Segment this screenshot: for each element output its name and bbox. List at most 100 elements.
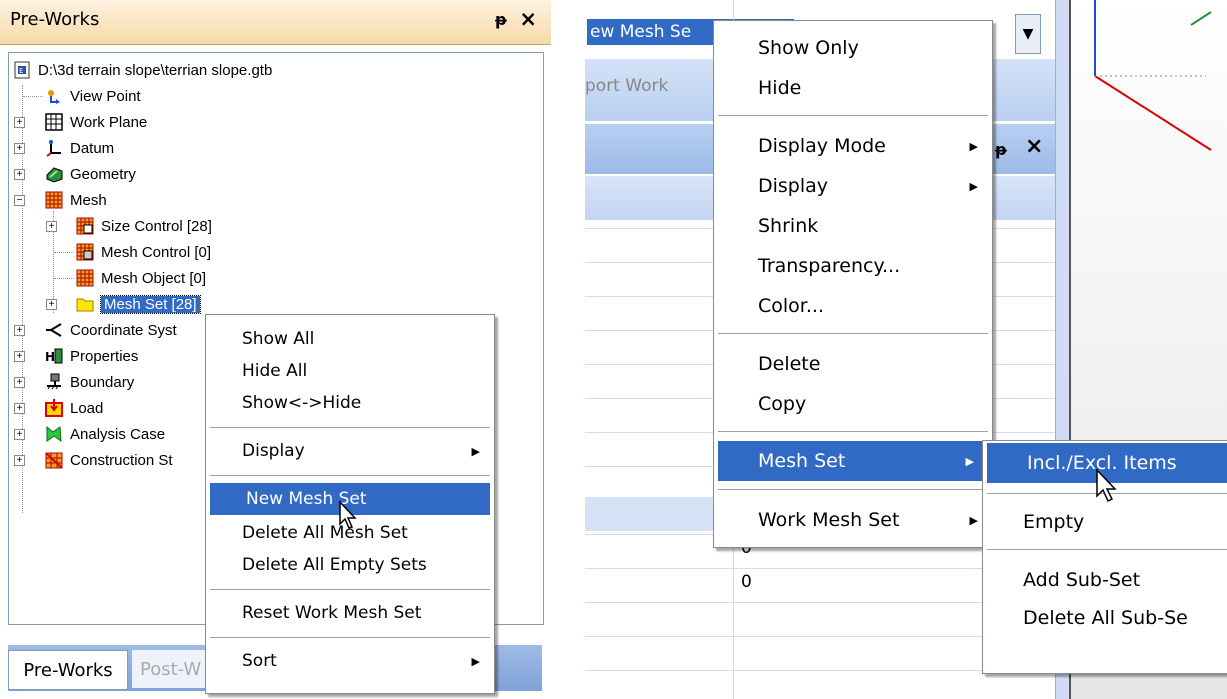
menu-item-show-all[interactable]: Show All	[206, 321, 494, 357]
analysis-case-icon	[45, 425, 63, 443]
tree-item-label: Mesh Object [0]	[101, 269, 207, 287]
expand-icon[interactable]: +	[14, 455, 25, 466]
tree-item-label: Size Control [28]	[101, 217, 212, 235]
menu-separator	[987, 549, 1227, 550]
tree-item-construction-stage[interactable]: + Construction St	[14, 447, 173, 473]
tree-item-label: Load	[70, 399, 104, 417]
expand-icon[interactable]: +	[14, 169, 25, 180]
menu-item-copy[interactable]: Copy	[714, 385, 992, 423]
expand-icon[interactable]: +	[14, 325, 25, 336]
right-panel: ew Mesh Se ▼ port Work ᵽ × 0 0 Show Only…	[585, 0, 1227, 699]
submenu-arrow-icon: ▶	[965, 454, 974, 468]
expand-icon[interactable]: +	[14, 143, 25, 154]
tree-item-label: Analysis Case	[70, 425, 166, 443]
tree-item-work-plane[interactable]: + Work Plane	[14, 109, 147, 135]
load-icon	[45, 399, 63, 417]
expand-icon[interactable]: +	[46, 221, 57, 232]
mouse-cursor-icon	[339, 500, 357, 529]
mesh-set-item-context-menu: Show Only Hide Display Mode ▶ Display ▶ Sh…	[713, 20, 993, 548]
expand-icon[interactable]: +	[46, 299, 57, 310]
tree-item-geometry[interactable]: + Geometry	[14, 161, 136, 187]
expand-icon[interactable]: +	[14, 377, 25, 388]
submenu-arrow-icon: ▶	[969, 513, 978, 527]
submenu-arrow-icon: ▶	[969, 179, 978, 193]
tree-item-properties[interactable]: + H Properties	[14, 343, 139, 369]
tree-item-datum[interactable]: + Datum	[14, 135, 115, 161]
tree-item-load[interactable]: + Load	[14, 395, 104, 421]
menu-item-transparency[interactable]: Transparency...	[714, 247, 992, 285]
menu-item-mesh-set[interactable]: Mesh Set ▶	[718, 441, 988, 481]
axis-icon	[45, 139, 63, 157]
menu-item-show-hide[interactable]: Show<->Hide	[206, 385, 494, 421]
submenu-arrow-icon: ▶	[471, 654, 480, 668]
tab-report-works[interactable]: port Work	[585, 76, 668, 96]
menu-item-work-mesh-set[interactable]: Work Mesh Set ▶	[714, 501, 992, 539]
menu-separator	[210, 475, 490, 476]
tree-item-label: Properties	[70, 347, 139, 365]
tree-item-label: Construction St	[70, 451, 173, 469]
tree-item-label: Mesh	[70, 191, 107, 209]
dropdown-arrow-icon[interactable]: ▼	[1015, 14, 1041, 54]
menu-item-shrink[interactable]: Shrink	[714, 207, 992, 245]
menu-item-show-only[interactable]: Show Only	[714, 29, 992, 67]
svg-text:E: E	[19, 67, 23, 75]
coordinate-icon	[45, 321, 63, 339]
properties-icon: H	[45, 347, 63, 365]
construction-stage-icon	[45, 451, 63, 469]
tab-pre-works[interactable]: Pre-Works	[8, 650, 128, 690]
panel-titlebar: Pre-Works ᵽ ×	[0, 0, 551, 45]
menu-item-add-sub-set[interactable]: Add Sub-Set	[983, 561, 1227, 599]
tree-item-coordinate-system[interactable]: + Coordinate Syst	[14, 317, 177, 343]
tree-item-mesh-set[interactable]: + Mesh Set [28]	[46, 291, 201, 317]
tree-item-label: View Point	[70, 87, 141, 105]
view-point-icon	[45, 87, 63, 105]
menu-item-hide[interactable]: Hide	[714, 69, 992, 107]
expand-icon[interactable]: +	[14, 403, 25, 414]
mouse-cursor-icon	[1096, 468, 1117, 503]
menu-item-hide-all[interactable]: Hide All	[206, 353, 494, 389]
menu-separator	[210, 589, 490, 590]
tree-item-analysis-case[interactable]: + Analysis Case	[14, 421, 166, 447]
menu-item-reset-work-mesh-set[interactable]: Reset Work Mesh Set	[206, 595, 494, 631]
tree-item-label: Geometry	[70, 165, 136, 183]
grid-icon	[45, 113, 63, 131]
submenu-arrow-icon: ▶	[969, 139, 978, 153]
menu-separator	[718, 115, 988, 116]
tree-item-file[interactable]: E D:\3d terrain slope\terrian slope.gtb	[13, 57, 272, 83]
menu-item-empty[interactable]: Empty	[983, 503, 1227, 541]
menu-separator	[718, 431, 988, 432]
panel-title: Pre-Works	[10, 9, 100, 30]
tree-item-mesh-control[interactable]: Mesh Control [0]	[54, 239, 211, 265]
menu-item-color[interactable]: Color...	[714, 287, 992, 325]
mesh-object-icon	[76, 269, 94, 287]
menu-item-sort[interactable]: Sort ▶	[206, 643, 494, 679]
pin-icon[interactable]: ᵽ	[995, 140, 1007, 159]
tree-item-mesh-object[interactable]: Mesh Object [0]	[54, 265, 207, 291]
tree-item-label: Mesh Set [28]	[100, 294, 201, 314]
tree-item-size-control[interactable]: + Size Control [28]	[46, 213, 212, 239]
submenu-arrow-icon: ▶	[471, 444, 480, 458]
collapse-icon[interactable]: −	[14, 195, 25, 206]
menu-item-delete[interactable]: Delete	[714, 345, 992, 383]
table-cell-value: 0	[741, 572, 752, 592]
expand-icon[interactable]: +	[14, 429, 25, 440]
close-icon[interactable]: ×	[1025, 134, 1043, 159]
menu-separator	[718, 489, 988, 490]
tree-item-label: Datum	[70, 139, 115, 157]
expand-icon[interactable]: +	[14, 117, 25, 128]
menu-item-display[interactable]: Display ▶	[206, 433, 494, 469]
mesh-icon	[45, 191, 63, 209]
tree-item-mesh[interactable]: − Mesh	[14, 187, 107, 213]
folder-icon	[76, 295, 94, 313]
size-control-icon	[76, 217, 94, 235]
expand-icon[interactable]: +	[14, 351, 25, 362]
close-icon[interactable]: ×	[519, 7, 537, 31]
menu-item-delete-all-sub-sets[interactable]: Delete All Sub-Se	[983, 599, 1227, 637]
tree-item-view-point[interactable]: View Point	[23, 83, 141, 109]
menu-item-display-mode[interactable]: Display Mode ▶	[714, 127, 992, 165]
menu-separator	[210, 427, 490, 428]
pin-icon[interactable]: ᵽ	[495, 10, 507, 29]
menu-item-delete-all-empty-sets[interactable]: Delete All Empty Sets	[206, 547, 494, 583]
tree-item-boundary[interactable]: + Boundary	[14, 369, 134, 395]
menu-item-display[interactable]: Display ▶	[714, 167, 992, 205]
